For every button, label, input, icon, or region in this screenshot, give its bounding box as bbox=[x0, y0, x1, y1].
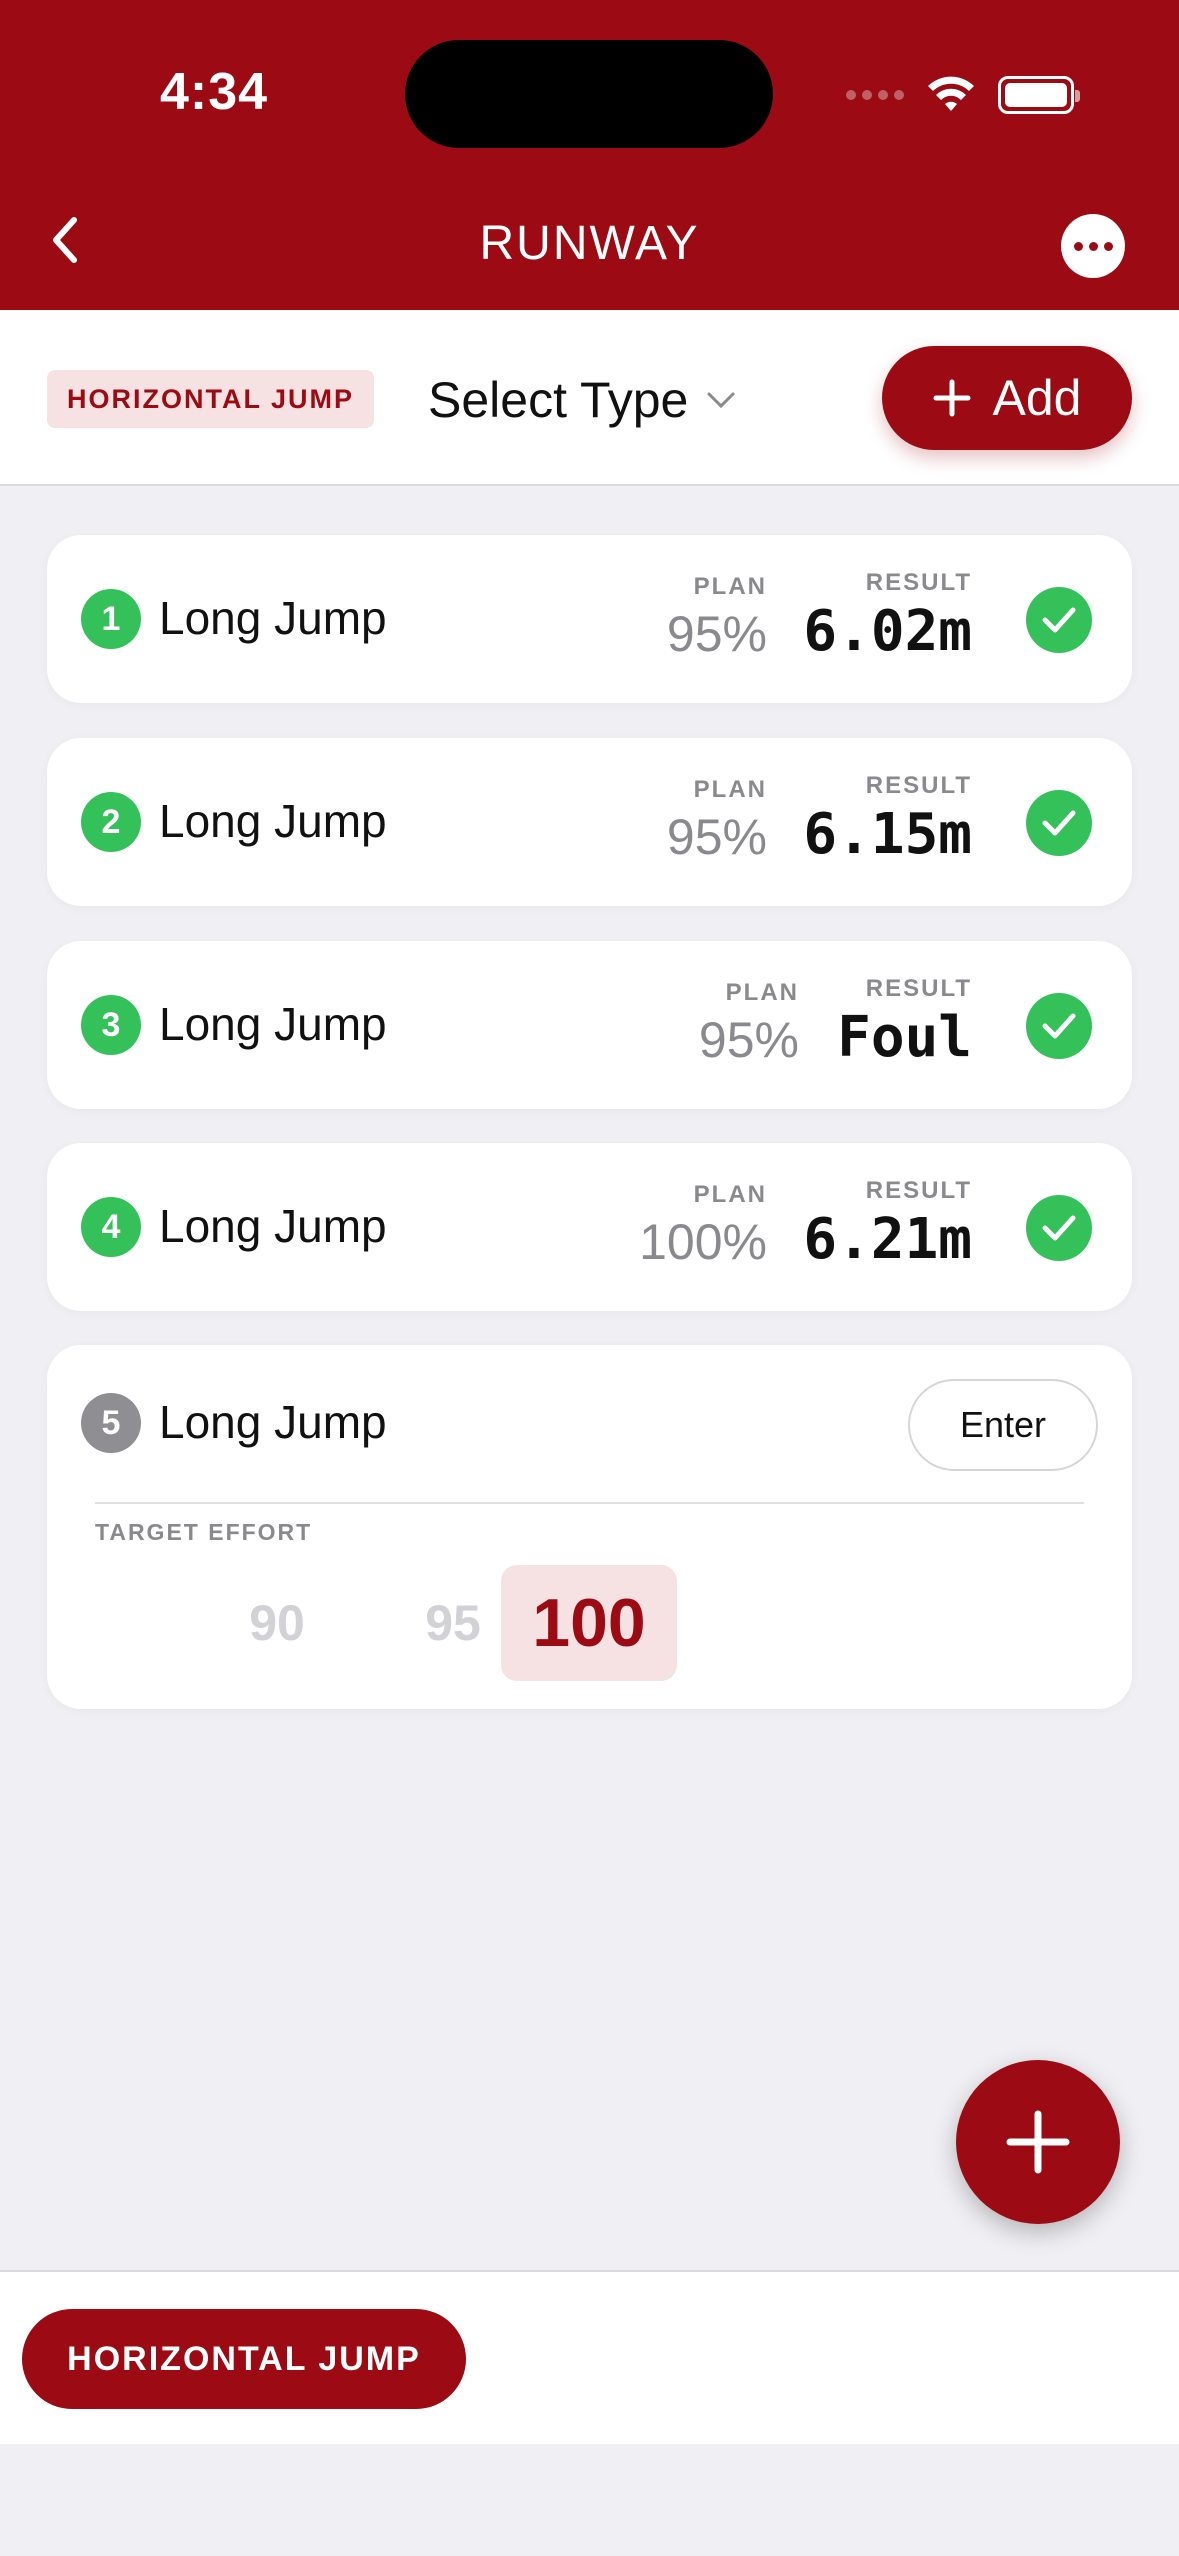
plan-label: PLAN bbox=[693, 776, 767, 803]
add-jump-fab[interactable] bbox=[956, 2060, 1120, 2224]
add-button-label: Add bbox=[992, 370, 1082, 426]
jump-name: Long Jump bbox=[159, 1396, 387, 1448]
current-jump-card: 5 Long Jump Enter TARGET EFFORT 90 95 10… bbox=[47, 1345, 1132, 1709]
plan-value: 95% bbox=[666, 809, 767, 865]
result-block: RESULT 6.21m bbox=[803, 1177, 972, 1272]
result-label: RESULT bbox=[865, 1177, 972, 1204]
completed-check-icon bbox=[1026, 993, 1092, 1059]
cellular-signal-icon bbox=[846, 90, 904, 100]
add-button[interactable]: Add bbox=[882, 346, 1132, 450]
plan-value: 95% bbox=[666, 606, 767, 662]
battery-icon bbox=[998, 76, 1080, 114]
jump-name: Long Jump bbox=[159, 1200, 387, 1252]
jump-number-badge: 1 bbox=[81, 589, 141, 649]
more-options-button[interactable] bbox=[1061, 214, 1125, 278]
event-toolbar: HORIZONTAL JUMP Select Type Add bbox=[0, 310, 1179, 486]
plan-block: PLAN 95% bbox=[667, 573, 767, 663]
plan-block: PLAN 95% bbox=[667, 776, 767, 866]
jump-card[interactable]: 2 Long Jump PLAN 95% RESULT 6.15m bbox=[47, 738, 1132, 906]
jump-name: Long Jump bbox=[159, 795, 387, 847]
result-value: 6.02m bbox=[803, 599, 972, 664]
chevron-down-icon bbox=[707, 392, 735, 409]
jump-name: Long Jump bbox=[159, 998, 387, 1050]
jump-name: Long Jump bbox=[159, 592, 387, 644]
category-chip[interactable]: HORIZONTAL JUMP bbox=[22, 2309, 466, 2409]
jump-card[interactable]: 3 Long Jump PLAN 95% RESULT Foul bbox=[47, 941, 1132, 1109]
completed-check-icon bbox=[1026, 587, 1092, 653]
plan-value: 100% bbox=[639, 1214, 767, 1270]
app-header: 4:34 RUNWAY bbox=[0, 0, 1179, 310]
completed-check-icon bbox=[1026, 790, 1092, 856]
wifi-icon bbox=[928, 76, 974, 111]
plan-label: PLAN bbox=[693, 1181, 767, 1208]
result-label: RESULT bbox=[865, 975, 972, 1002]
type-select-dropdown[interactable]: Select Type bbox=[428, 366, 736, 434]
jump-number-badge: 2 bbox=[81, 792, 141, 852]
status-time: 4:34 bbox=[160, 63, 269, 121]
jump-number-badge: 3 bbox=[81, 995, 141, 1055]
result-block: RESULT 6.02m bbox=[803, 569, 972, 664]
category-badge: HORIZONTAL JUMP bbox=[47, 370, 375, 428]
jump-card[interactable]: 1 Long Jump PLAN 95% RESULT 6.02m bbox=[47, 535, 1132, 703]
plus-icon bbox=[933, 379, 971, 417]
bottom-filter-bar: HORIZONTAL JUMP bbox=[0, 2270, 1179, 2444]
target-effort-label: TARGET EFFORT bbox=[95, 1519, 313, 1545]
result-label: RESULT bbox=[865, 772, 972, 799]
completed-check-icon bbox=[1026, 1195, 1092, 1261]
result-label: RESULT bbox=[865, 569, 972, 596]
jump-card[interactable]: 4 Long Jump PLAN 100% RESULT 6.21m bbox=[47, 1143, 1132, 1311]
jump-number-badge: 5 bbox=[81, 1393, 141, 1453]
page-title: RUNWAY bbox=[479, 217, 700, 270]
more-dot-icon bbox=[1073, 241, 1083, 251]
plus-icon bbox=[1006, 2110, 1070, 2174]
divider bbox=[95, 1502, 1084, 1504]
plan-label: PLAN bbox=[693, 573, 767, 600]
result-value: 6.15m bbox=[803, 802, 972, 867]
plan-value: 95% bbox=[698, 1012, 799, 1068]
result-block: RESULT 6.15m bbox=[803, 772, 972, 867]
jump-number-badge: 4 bbox=[81, 1197, 141, 1257]
plan-label: PLAN bbox=[725, 979, 799, 1006]
type-select-label: Select Type bbox=[428, 372, 689, 428]
more-dot-icon bbox=[1103, 241, 1113, 251]
status-icons bbox=[846, 70, 1080, 120]
result-block: RESULT Foul bbox=[837, 975, 972, 1070]
dynamic-island bbox=[405, 40, 773, 148]
enter-result-button[interactable]: Enter bbox=[908, 1379, 1098, 1471]
plan-block: PLAN 95% bbox=[699, 979, 799, 1069]
plan-block: PLAN 100% bbox=[639, 1181, 767, 1271]
result-value: Foul bbox=[837, 1005, 972, 1070]
effort-option-selected[interactable]: 100 bbox=[501, 1565, 677, 1681]
result-value: 6.21m bbox=[803, 1207, 972, 1272]
more-dot-icon bbox=[1088, 241, 1098, 251]
effort-option[interactable]: 90 bbox=[189, 1565, 365, 1681]
